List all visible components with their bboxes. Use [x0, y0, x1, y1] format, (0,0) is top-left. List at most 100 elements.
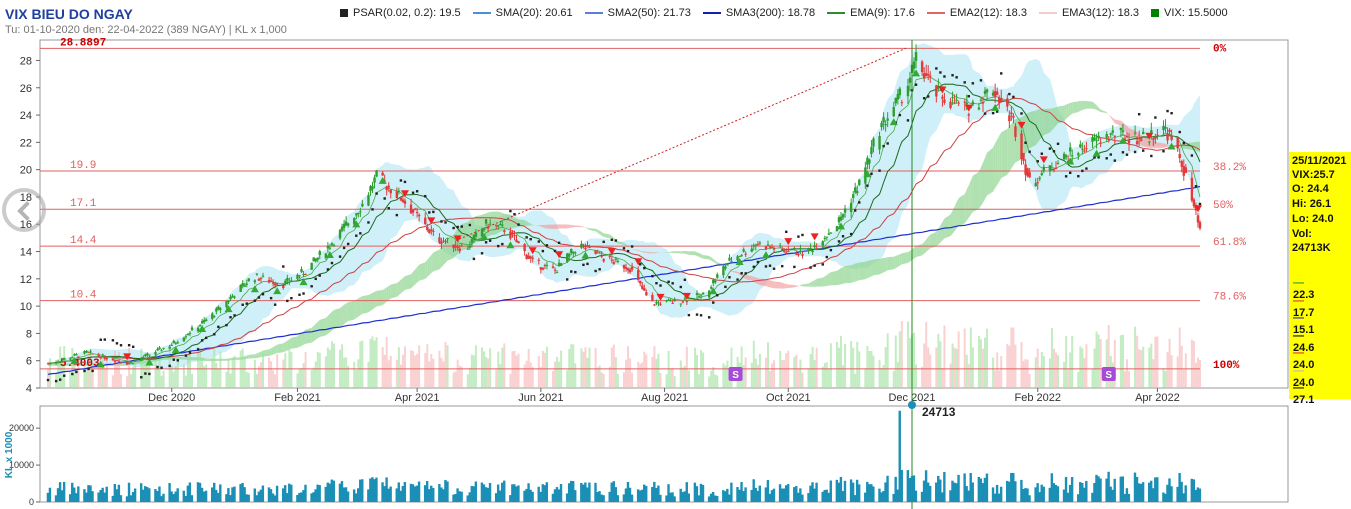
- psar-dot: [140, 376, 143, 379]
- chart-title: VIX BIEU DO NGAY: [5, 6, 133, 22]
- candle-body: [681, 301, 685, 303]
- main-volume-bar: [1134, 326, 1137, 388]
- main-volume-bar: [771, 363, 774, 388]
- cloud-segment: [1072, 101, 1079, 114]
- main-volume-bar: [854, 373, 857, 388]
- previous-period-chevron-left-icon[interactable]: [2, 188, 46, 232]
- legend-item[interactable]: EMA3(12): 18.3: [1038, 7, 1139, 19]
- candle-body: [551, 266, 555, 268]
- main-volume-bar: [367, 361, 370, 388]
- psar-dot: [172, 358, 175, 361]
- main-volume-bar: [1038, 367, 1041, 388]
- legend-item[interactable]: SMA3(200): 18.78: [702, 7, 815, 19]
- main-volume-bar: [324, 356, 327, 388]
- psar-dot: [914, 83, 918, 86]
- volume-bar: [190, 495, 194, 502]
- candle-body: [821, 241, 824, 246]
- psar-dot: [213, 333, 216, 336]
- psar-dot: [764, 265, 768, 268]
- candle-body: [373, 177, 376, 183]
- main-volume-bar: [758, 353, 761, 388]
- psar-dot: [444, 221, 447, 224]
- candle-body: [1137, 138, 1141, 140]
- volume-bar: [1141, 482, 1145, 502]
- psar-dot: [1178, 130, 1181, 134]
- candle-body: [1071, 155, 1074, 157]
- main-volume-bar: [915, 364, 918, 388]
- main-volume-bar: [1022, 360, 1025, 388]
- psar-dot: [371, 208, 374, 211]
- psar-dot: [131, 345, 135, 348]
- psar-dot: [963, 81, 966, 84]
- main-volume-bar: [509, 373, 512, 388]
- cloud-segment: [968, 180, 971, 218]
- legend-item[interactable]: SMA(20): 20.61: [472, 7, 573, 19]
- cloud-segment: [816, 277, 823, 287]
- fib-price-label: 17.1: [70, 198, 97, 210]
- main-volume-bar: [992, 357, 995, 388]
- candle-body: [509, 231, 512, 239]
- legend-item[interactable]: EMA2(12): 18.3: [926, 7, 1027, 19]
- psar-dot: [359, 232, 362, 235]
- cloud-segment: [411, 271, 414, 289]
- cloud-segment: [490, 211, 497, 236]
- candle-body: [920, 61, 924, 73]
- main-volume-bar: [456, 359, 459, 388]
- y-tick-label: 20: [20, 165, 32, 177]
- main-volume-bar: [503, 343, 506, 388]
- psar-dot: [1064, 175, 1068, 178]
- psar-dot: [245, 302, 248, 305]
- psar-dot: [870, 172, 873, 176]
- cloud-segment: [1096, 105, 1099, 111]
- main-volume-bar: [537, 356, 540, 388]
- main-volume-bar: [103, 368, 106, 388]
- main-volume-bar: [1077, 371, 1080, 388]
- psar-dot: [298, 293, 301, 296]
- candle-body: [1085, 148, 1088, 150]
- psar-dot: [1036, 160, 1039, 163]
- candle-body: [328, 247, 332, 249]
- candle-body: [1125, 136, 1129, 138]
- psar-dot: [545, 244, 549, 247]
- volume-peak-label: 24713: [922, 405, 956, 419]
- candle-body: [588, 247, 591, 249]
- psar-dot: [1012, 95, 1015, 99]
- legend-item[interactable]: PSAR(0.02, 0.2): 19.5: [340, 7, 461, 19]
- psar-dot: [326, 268, 330, 271]
- psar-dot: [699, 314, 703, 317]
- volume-bar: [829, 480, 832, 502]
- legend-item[interactable]: SMA2(50): 21.73: [584, 7, 691, 19]
- cloud-segment: [299, 332, 302, 347]
- volume-bar: [460, 491, 463, 502]
- main-volume-bar: [651, 356, 654, 388]
- candle-body: [48, 362, 52, 364]
- indicator-legend[interactable]: PSAR(0.02, 0.2): 19.5 SMA(20): 20.61 SMA2(…: [340, 7, 1240, 19]
- main-volume-bar: [1057, 355, 1060, 388]
- legend-label: EMA2(12): 18.3: [949, 7, 1027, 19]
- main-volume-bar: [710, 370, 713, 388]
- main-volume-bar: [1091, 368, 1094, 388]
- legend-item[interactable]: VIX: 15.5000: [1151, 7, 1228, 19]
- candle-body: [977, 107, 981, 110]
- cloud-segment: [1051, 107, 1054, 131]
- candle-body: [841, 214, 845, 218]
- psar-dot: [878, 169, 881, 172]
- psar-dot: [756, 260, 760, 264]
- psar-dot: [1081, 169, 1084, 173]
- cloud-segment: [780, 282, 783, 289]
- psar-dot: [882, 144, 885, 148]
- psar-dot: [630, 245, 634, 248]
- main-volume-bar: [900, 321, 903, 388]
- candle-body: [1077, 153, 1080, 156]
- main-volume-bar: [539, 366, 542, 388]
- psar-dot: [144, 372, 147, 375]
- main-volume-bar: [665, 374, 668, 388]
- volume-bar: [148, 488, 151, 502]
- cloud-segment: [325, 315, 328, 336]
- main-volume-bar: [1099, 339, 1102, 388]
- main-volume-bar: [343, 357, 346, 388]
- legend-item[interactable]: EMA(9): 17.6: [827, 7, 915, 19]
- vix-daily-chart[interactable]: 46810121416182022242628Dec 2020 Feb 2021 A…: [0, 0, 1351, 509]
- main-volume-bar: [1067, 368, 1070, 388]
- candle-body: [69, 358, 72, 360]
